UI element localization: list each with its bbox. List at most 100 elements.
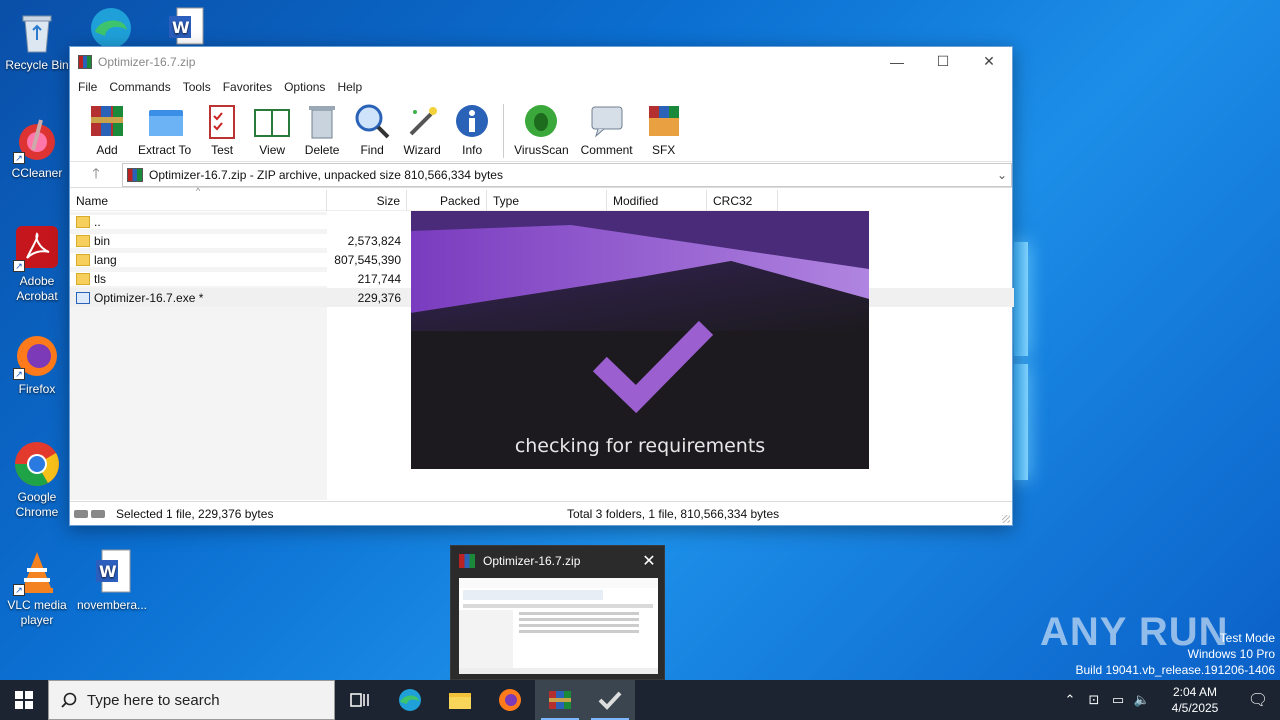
taskbar-winrar[interactable] [535, 680, 585, 720]
archive-path-field[interactable]: Optimizer-16.7.zip - ZIP archive, unpack… [122, 162, 1012, 187]
close-button[interactable]: ✕ [966, 47, 1012, 76]
desktop-icon-google-chrome[interactable]: Google Chrome [0, 440, 74, 520]
up-arrow-icon[interactable]: 🡑 [70, 163, 122, 187]
column-type[interactable]: Type [487, 190, 607, 211]
address-bar: 🡑 Optimizer-16.7.zip - ZIP archive, unpa… [70, 162, 1012, 188]
windows-logo-decoration [1014, 242, 1030, 480]
add-button[interactable]: Add [88, 102, 126, 157]
status-selection: Selected 1 file, 229,376 bytes [116, 506, 274, 521]
view-button[interactable]: View [253, 102, 291, 157]
desktop-icon-label: Recycle Bin [5, 58, 69, 72]
edge-icon [399, 689, 421, 711]
minimize-button[interactable]: — [874, 47, 920, 76]
search-icon [61, 692, 77, 708]
comment-button[interactable]: Comment [581, 102, 633, 157]
column-size[interactable]: Size [327, 190, 407, 211]
preview-title: Optimizer-16.7.zip [483, 554, 581, 568]
volume-icon[interactable]: 🔈 [1130, 692, 1154, 708]
start-button[interactable] [0, 680, 48, 720]
desktop-icon-november-doc[interactable]: W novembera... [74, 548, 150, 613]
window-title: Optimizer-16.7.zip [98, 54, 196, 69]
desktop-icon-label: novembera... [76, 598, 148, 612]
column-name[interactable]: Name [70, 190, 327, 211]
status-total: Total 3 folders, 1 file, 810,566,334 byt… [567, 506, 780, 521]
search-placeholder: Type here to search [87, 691, 220, 709]
column-packed[interactable]: Packed [407, 190, 487, 211]
comment-icon [588, 102, 626, 140]
folder-icon [76, 234, 90, 247]
folder-icon [76, 253, 90, 266]
extract-to-button[interactable]: Extract To [138, 102, 191, 157]
toolbar: Add Extract To Test View Delete Find Wiz… [70, 98, 1012, 162]
taskbar-edge[interactable] [385, 680, 435, 720]
sfx-button[interactable]: SFX [645, 102, 683, 157]
network-activity-icon[interactable]: ⊡ [1082, 692, 1106, 708]
menu-commands[interactable]: Commands [103, 80, 176, 94]
info-button[interactable]: Info [453, 102, 491, 157]
word-document-icon: W [88, 548, 136, 596]
svg-text:W: W [172, 18, 190, 37]
info-icon [453, 102, 491, 140]
column-modified[interactable]: Modified [607, 190, 707, 211]
taskbar-thumbnail-preview[interactable]: Optimizer-16.7.zip ✕ [450, 545, 665, 680]
firefox-icon [499, 689, 521, 711]
find-button[interactable]: Find [353, 102, 391, 157]
desktop-icon-label: VLC media player [7, 598, 67, 627]
installer-splash: checking for requirements [411, 211, 869, 469]
maximize-button[interactable]: ☐ [920, 47, 966, 76]
svg-text:W: W [99, 562, 117, 581]
menu-help[interactable]: Help [331, 80, 368, 94]
menu-file[interactable]: File [72, 80, 103, 94]
toolbar-separator [503, 104, 505, 158]
network-icon[interactable]: ▭ [1106, 692, 1130, 708]
desktop-icon-label: Firefox [18, 382, 56, 396]
taskbar-optimizer[interactable] [585, 680, 635, 720]
folder-extract-icon [146, 102, 184, 140]
menu-bar: File Commands Tools Favorites Options He… [70, 76, 1012, 98]
desktop-icon-recycle-bin[interactable]: Recycle Bin [0, 8, 74, 73]
chevron-up-icon[interactable]: ⌃ [1058, 692, 1082, 708]
delete-button[interactable]: Delete [303, 102, 341, 157]
taskbar-file-explorer[interactable] [435, 680, 485, 720]
drive-icon[interactable] [70, 509, 110, 518]
system-tray: ⌃ ⊡ ▭ 🔈 2:04 AM 4/5/2025 🗨 [1058, 680, 1280, 720]
chrome-icon [13, 440, 61, 488]
menu-options[interactable]: Options [278, 80, 331, 94]
menu-favorites[interactable]: Favorites [217, 80, 278, 94]
folder-icon [449, 693, 471, 709]
notification-center-icon[interactable]: 🗨 [1236, 690, 1280, 710]
desktop-icon-vlc[interactable]: ↗ VLC media player [0, 548, 74, 628]
winrar-app-icon [459, 554, 475, 568]
word-document-icon: W [161, 4, 209, 52]
wizard-button[interactable]: Wizard [403, 102, 441, 157]
folder-icon [76, 272, 90, 285]
archive-path-text: Optimizer-16.7.zip - ZIP archive, unpack… [149, 167, 503, 182]
column-crc32[interactable]: CRC32 [707, 190, 778, 211]
virusscan-button[interactable]: VirusScan [514, 102, 569, 157]
folder-icon [76, 215, 90, 228]
taskbar-firefox[interactable] [485, 680, 535, 720]
task-view-icon [350, 693, 369, 707]
magnifier-icon [353, 102, 391, 140]
menu-tools[interactable]: Tools [177, 80, 217, 94]
vlc-icon: ↗ [13, 548, 61, 596]
desktop-icon-label: CCleaner [11, 166, 63, 180]
desktop-icon-label: Google Chrome [15, 490, 59, 519]
desktop-icon-firefox[interactable]: ↗ Firefox [0, 332, 74, 397]
adobe-acrobat-icon: ↗ [13, 224, 61, 272]
title-bar[interactable]: Optimizer-16.7.zip — ☐ ✕ [70, 47, 1012, 76]
resize-grip-icon[interactable] [1002, 515, 1010, 523]
splash-background [411, 211, 869, 469]
taskbar: Type here to search ⌃ ⊡ ▭ 🔈 2:04 AM 4/5/… [0, 680, 1280, 720]
firefox-icon: ↗ [13, 332, 61, 380]
close-icon[interactable]: ✕ [634, 551, 664, 571]
book-icon [253, 102, 291, 140]
task-view-button[interactable] [335, 680, 385, 720]
desktop-icon-ccleaner[interactable]: ↗ CCleaner [0, 116, 74, 181]
test-button[interactable]: Test [203, 102, 241, 157]
taskbar-search-box[interactable]: Type here to search [48, 680, 335, 720]
edge-icon [87, 4, 135, 52]
chevron-down-icon[interactable]: ⌄ [993, 168, 1011, 182]
desktop-icon-adobe-acrobat[interactable]: ↗ Adobe Acrobat [0, 224, 74, 304]
clock[interactable]: 2:04 AM 4/5/2025 [1154, 684, 1236, 716]
